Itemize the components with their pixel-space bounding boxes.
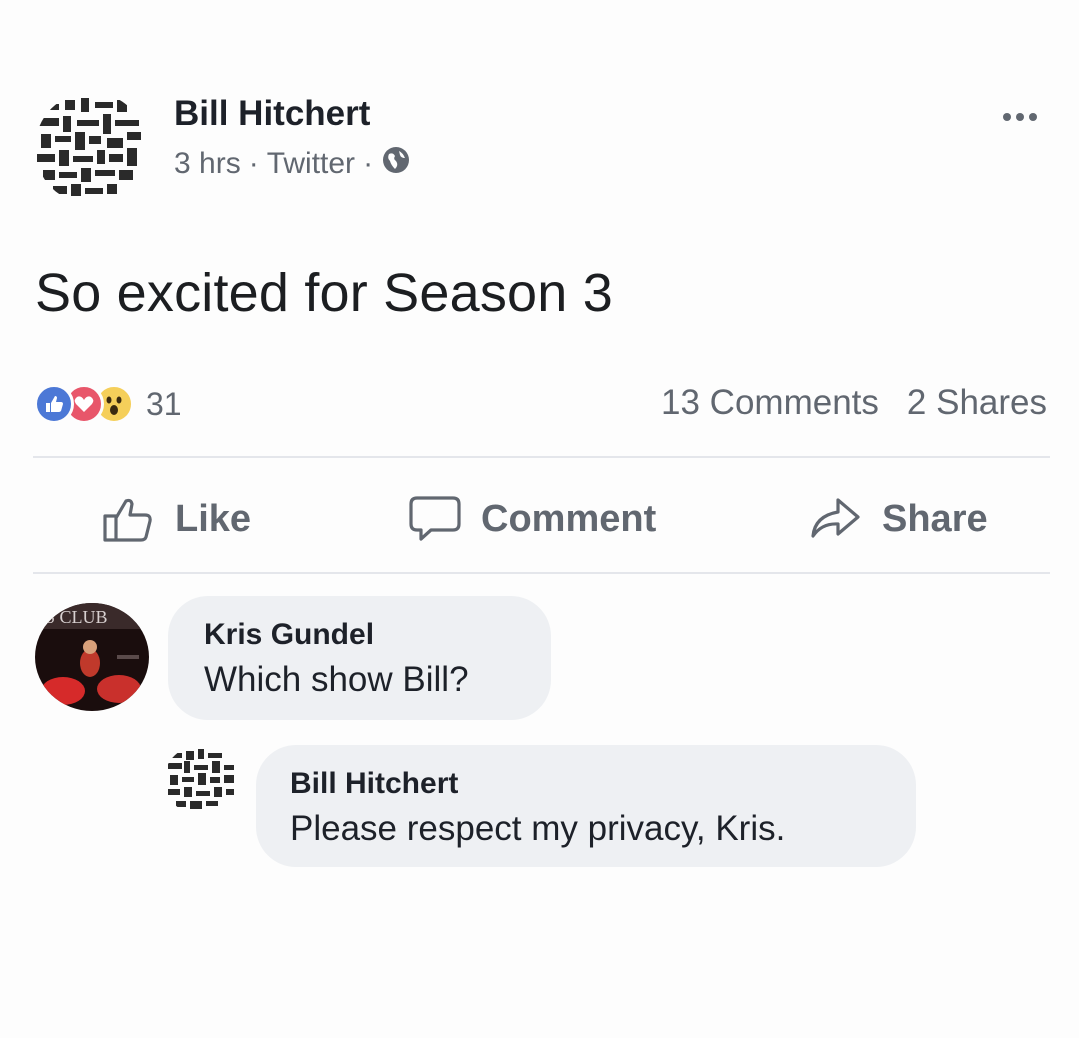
svg-text:S CLUB: S CLUB [45, 607, 108, 627]
speech-bubble-icon [407, 494, 463, 544]
post-meta: 3 hrs · Twitter · [174, 145, 411, 183]
post-time[interactable]: 3 hrs [174, 147, 241, 181]
comment-label: Comment [481, 497, 657, 540]
reply-text: Please respect my privacy, Kris. [290, 809, 786, 848]
comment-button[interactable]: Comment [407, 494, 656, 544]
commenter-avatar[interactable]: S CLUB [35, 603, 149, 711]
dot [1003, 113, 1011, 121]
thumbs-up-icon [101, 494, 157, 544]
author-avatar[interactable] [35, 92, 147, 204]
meta-separator: · [363, 147, 374, 180]
reaction-count: 31 [146, 385, 182, 422]
reply-author[interactable]: Bill Hitchert [290, 767, 458, 801]
reactions-summary[interactable]: 31 [34, 382, 182, 426]
more-options-button[interactable] [1003, 102, 1053, 132]
engagement-summary: 13 Comments 2 Shares [661, 383, 1047, 423]
dot [1016, 113, 1024, 121]
share-button[interactable]: Share [808, 494, 988, 544]
comments-count-link[interactable]: 13 Comments [661, 383, 879, 423]
globe-icon [381, 145, 411, 183]
share-label: Share [882, 497, 988, 540]
dot [1029, 113, 1037, 121]
reply-bubble: Bill Hitchert Please respect my privacy,… [256, 745, 916, 867]
like-button[interactable]: Like [101, 494, 251, 544]
like-reaction-icon [34, 384, 74, 424]
share-arrow-icon [808, 494, 864, 544]
post-source: Twitter [266, 147, 356, 180]
comment-author[interactable]: Kris Gundel [204, 618, 374, 652]
like-label: Like [175, 497, 252, 540]
meta-separator: · [248, 147, 259, 180]
comment-text: Which show Bill? [204, 660, 469, 699]
shares-count-link[interactable]: 2 Shares [907, 383, 1047, 423]
divider [33, 572, 1050, 574]
author-name[interactable]: Bill Hitchert [174, 94, 370, 134]
reply-author-avatar[interactable] [164, 745, 238, 815]
comment-bubble: Kris Gundel Which show Bill? [168, 596, 551, 720]
post-text: So excited for Season 3 [35, 263, 613, 323]
divider [33, 456, 1050, 458]
